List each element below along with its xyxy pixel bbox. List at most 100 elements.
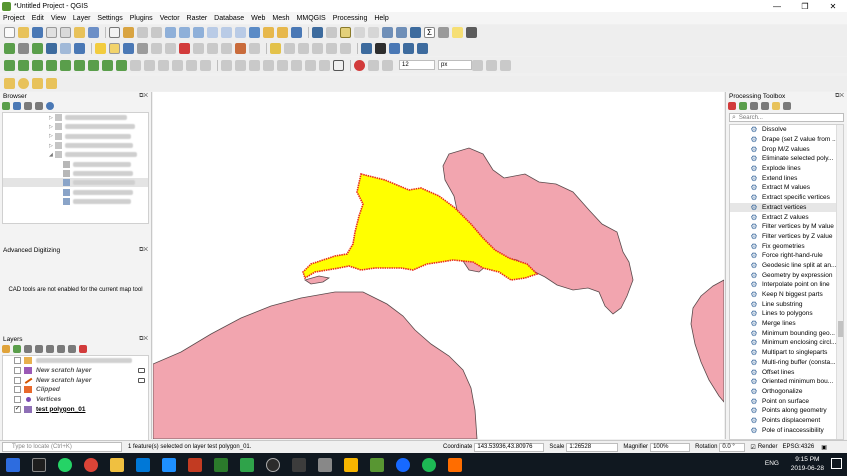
offset-curve-icon[interactable] [116,59,127,71]
print-layout-icon[interactable] [60,27,71,38]
snap-area-icon[interactable] [263,59,274,71]
zoom-last-icon[interactable] [221,27,232,38]
merge-features-icon[interactable] [158,59,169,71]
delete-part-icon[interactable] [88,59,99,71]
algorithm-item[interactable]: ⚙ Lines to polygons [730,309,843,319]
add-raster-layer-icon[interactable] [32,42,43,54]
remove-layer-icon[interactable] [79,345,87,353]
algorithm-item[interactable]: ⚙ Offset lines [730,367,843,377]
menu-vector[interactable]: Vector [160,15,180,22]
python-console-icon[interactable] [375,42,386,54]
algorithm-item[interactable]: ⚙ Multipart to singleparts [730,348,843,358]
algorithm-item[interactable]: ⚙ Geometry by expression [730,270,843,280]
snapping-units-select[interactable]: px [438,60,472,70]
show-bookmarks-icon[interactable] [277,27,288,38]
snap-centroid-icon[interactable] [277,59,288,71]
select-features-icon[interactable] [340,27,351,38]
algorithm-item[interactable]: ⚙ Eliminate selected poly... [730,154,843,164]
cut-features-icon[interactable] [193,42,204,54]
expand-all-icon[interactable] [57,345,65,353]
algorithm-item[interactable]: ⚙ Extract Z values [730,212,843,222]
algorithm-item[interactable]: ⚙ Explode lines [730,164,843,174]
algorithm-item[interactable]: ⚙ Interpolate point on line [730,280,843,290]
move-feature-icon[interactable] [165,42,176,54]
snap-grid-icon[interactable] [333,59,344,71]
clock[interactable]: 9:15 PM 2019-06-28 [791,455,824,473]
add-spatialite-icon[interactable] [60,42,71,54]
data-source-manager-icon[interactable] [4,42,15,54]
word-icon[interactable] [162,457,176,472]
dock-controls-icon[interactable]: ⧉✕ [139,93,148,100]
dock-controls-icon[interactable]: ⧉✕ [139,336,148,343]
collapse-all-icon[interactable] [35,102,43,110]
copy-features-icon[interactable] [207,42,218,54]
history-icon[interactable] [750,102,758,110]
algorithm-item[interactable]: ⚙ Drop M/Z values [730,144,843,154]
menu-settings[interactable]: Settings [97,15,122,22]
manage-visibility-icon[interactable] [24,345,32,353]
snap-on-intersection-icon[interactable] [486,59,497,71]
terminal-icon[interactable] [292,457,306,472]
zoom-next-icon[interactable] [235,27,246,38]
menu-project[interactable]: Project [3,15,25,22]
label-move-icon[interactable] [312,42,323,54]
fill-ring-icon[interactable] [60,59,71,71]
excel-icon[interactable] [214,457,228,472]
models-icon[interactable] [728,102,736,110]
magnifier-field[interactable]: 100% [650,442,691,452]
algorithm-item[interactable]: ⚙ Minimum enclosing circl... [730,338,843,348]
scale-field[interactable]: 1:26528 [566,442,619,452]
plugin-globe-icon[interactable] [403,42,414,54]
algorithm-item[interactable]: ⚙ Keep N biggest parts [730,290,843,300]
algorithm-item[interactable]: ⚙ Point on surface [730,396,843,406]
topological-editing-icon[interactable] [472,59,483,71]
add-group-icon[interactable] [13,345,21,353]
filter-legend-icon[interactable] [35,345,43,353]
measure-line-icon[interactable] [4,78,15,89]
select-radius-icon[interactable] [18,78,29,89]
maximize-button[interactable]: ❐ [791,0,819,12]
new-map-view-icon[interactable] [249,27,260,38]
new-bookmark-icon[interactable] [263,27,274,38]
pan-map-icon[interactable] [109,27,120,38]
start-button-icon[interactable] [6,457,20,472]
menu-help[interactable]: Help [374,15,388,22]
add-wms-icon[interactable] [74,42,85,54]
file-explorer-icon[interactable] [110,457,124,472]
qgis-taskbar-icon[interactable] [370,457,384,472]
algorithm-item[interactable]: ⚙ Line substring [730,299,843,309]
label-change-icon[interactable] [340,42,351,54]
crs-button[interactable]: EPSG:4326 [783,444,815,450]
menu-database[interactable]: Database [214,15,244,22]
layer-row[interactable]: New scratch layer [3,366,148,376]
layer-visibility-checkbox[interactable] [14,386,21,394]
split-features-icon[interactable] [130,59,141,71]
simplify-feature-icon[interactable] [18,59,29,71]
algorithm-item[interactable]: ⚙ Points displacement [730,416,843,426]
vertex-tool-icon[interactable] [151,42,162,54]
snap-segment-icon[interactable] [249,59,260,71]
algorithm-item[interactable]: ⚙ Orthogonalize [730,387,843,397]
snapping-mode-icon[interactable] [368,59,379,71]
whatsapp-icon[interactable] [58,457,72,472]
metasearch-icon[interactable] [389,42,400,54]
menu-plugins[interactable]: Plugins [130,15,153,22]
minimize-button[interactable]: — [763,0,791,12]
merge-attributes-icon[interactable] [172,59,183,71]
algorithm-item[interactable]: ⚙ Force right-hand-rule [730,251,843,261]
algorithm-item[interactable]: ⚙ Minimum bounding geo... [730,328,843,338]
select-polygon-icon[interactable] [46,78,57,89]
action-icon[interactable] [326,27,337,38]
trace-icon[interactable] [221,59,232,71]
label-show-hide-icon[interactable] [298,42,309,54]
processing-toolbox-icon[interactable] [410,27,421,38]
results-viewer-icon[interactable] [761,102,769,110]
notification-center-icon[interactable] [831,458,842,469]
menu-processing[interactable]: Processing [333,15,368,22]
add-vector-layer-icon[interactable] [18,42,29,54]
label-tool-icon[interactable] [270,42,281,54]
avoid-overlap-icon[interactable] [500,59,511,71]
algorithm-item[interactable]: ⚙ Pole of inaccessibility [730,425,843,435]
render-checkbox[interactable]: ☑ [750,444,755,451]
mail-icon[interactable] [136,457,150,472]
